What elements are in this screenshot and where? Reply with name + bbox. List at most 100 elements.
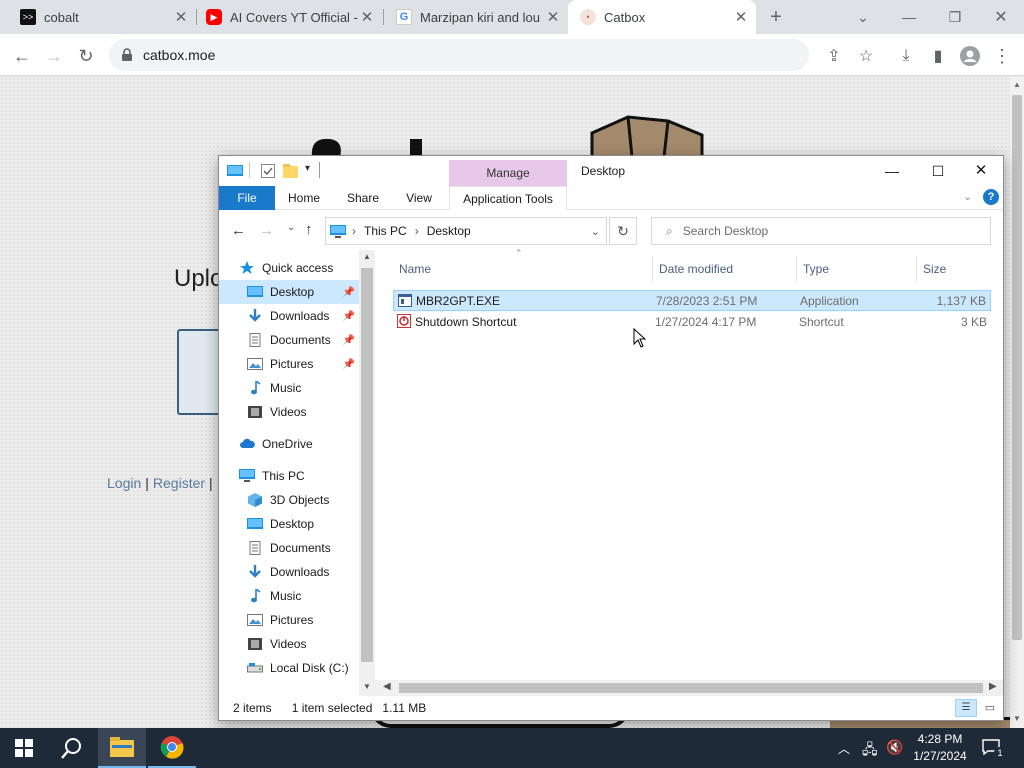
nav-item-videos[interactable]: Videos bbox=[219, 632, 359, 656]
volume-muted-icon[interactable]: 🔇 bbox=[886, 739, 903, 756]
scroll-right-icon[interactable]: ▶ bbox=[989, 681, 997, 692]
help-icon[interactable]: ? bbox=[983, 189, 999, 205]
network-icon[interactable]: 🖧 bbox=[862, 739, 878, 763]
scroll-up-icon[interactable]: ▲ bbox=[1012, 80, 1022, 90]
share-icon[interactable]: ⇪ bbox=[820, 42, 848, 70]
profile-avatar-icon[interactable] bbox=[956, 42, 984, 70]
ribbon-tab-application-tools[interactable]: Application Tools bbox=[449, 186, 567, 210]
minimize-icon[interactable]: — bbox=[886, 0, 932, 34]
navigation-pane-scrollbar[interactable]: ▲ ▼ bbox=[359, 250, 375, 696]
address-dropdown-icon[interactable]: ⌄ bbox=[591, 225, 600, 238]
close-icon[interactable]: ✕ bbox=[732, 8, 750, 26]
nav-item-pictures[interactable]: Pictures 📌 bbox=[219, 352, 359, 376]
side-panel-icon[interactable]: ▮ bbox=[924, 42, 952, 70]
large-icons-view-icon[interactable]: ▭ bbox=[981, 699, 999, 717]
chrome-taskbar-icon[interactable] bbox=[148, 728, 196, 768]
scroll-down-icon[interactable]: ▼ bbox=[361, 682, 373, 694]
ribbon-tab-home[interactable]: Home bbox=[281, 186, 327, 210]
tab-cobalt[interactable]: >> cobalt ✕ bbox=[0, 0, 196, 34]
nav-item-local-disk-c[interactable]: Local Disk (C:) bbox=[219, 656, 359, 680]
new-tab-icon[interactable]: + bbox=[756, 0, 796, 34]
file-explorer-taskbar-icon[interactable] bbox=[98, 728, 146, 768]
ribbon-tab-file[interactable]: File bbox=[219, 186, 275, 210]
download-icon[interactable]: ⤓ bbox=[892, 42, 920, 70]
register-link[interactable]: Register bbox=[153, 475, 205, 491]
forward-arrow-icon[interactable]: → bbox=[259, 222, 274, 239]
file-row-mbr2gpt[interactable]: MBR2GPT.EXE 7/28/2023 2:51 PM Applicatio… bbox=[393, 290, 991, 311]
nav-item-documents[interactable]: Documents bbox=[219, 536, 359, 560]
search-icon: ⌕ bbox=[666, 223, 673, 238]
back-arrow-icon[interactable]: ← bbox=[231, 222, 246, 239]
nav-item-onedrive[interactable]: OneDrive bbox=[219, 432, 359, 456]
column-header-name[interactable]: Name bbox=[393, 256, 653, 282]
ribbon-expand-icon[interactable]: ⌄ bbox=[963, 190, 972, 203]
nav-item-pictures[interactable]: Pictures bbox=[219, 608, 359, 632]
nav-item-videos[interactable]: Videos bbox=[219, 400, 359, 424]
nav-item-downloads[interactable]: Downloads bbox=[219, 560, 359, 584]
reload-icon[interactable]: ↻ bbox=[72, 42, 100, 70]
details-view-icon[interactable]: ☰ bbox=[955, 699, 977, 717]
file-row-shutdown-shortcut[interactable]: Shutdown Shortcut 1/27/2024 4:17 PM Shor… bbox=[393, 311, 991, 332]
page-scrollbar-thumb[interactable] bbox=[1012, 95, 1022, 640]
nav-item-this-pc[interactable]: This PC bbox=[219, 464, 359, 488]
tab-catbox[interactable]: • Catbox ✕ bbox=[568, 0, 756, 34]
restore-icon[interactable]: ❐ bbox=[932, 0, 978, 34]
scroll-up-icon[interactable]: ▲ bbox=[361, 252, 373, 264]
up-arrow-icon[interactable]: ↑ bbox=[305, 221, 313, 238]
lock-icon[interactable] bbox=[121, 48, 133, 62]
column-header-size[interactable]: Size bbox=[917, 256, 991, 282]
pin-icon: 📌 bbox=[342, 334, 355, 346]
menu-icon[interactable]: ⋮ bbox=[988, 42, 1016, 70]
upload-dropzone[interactable] bbox=[177, 329, 219, 415]
recent-locations-icon[interactable]: ⌄ bbox=[287, 222, 295, 233]
login-link[interactable]: Login bbox=[107, 475, 141, 491]
explorer-minimize-icon[interactable]: — bbox=[869, 156, 915, 186]
ribbon-tab-view[interactable]: View bbox=[397, 186, 441, 210]
column-header-date[interactable]: Date modified bbox=[653, 256, 797, 282]
nav-item-quick-access[interactable]: Quick access bbox=[219, 256, 359, 280]
nav-item-downloads[interactable]: Downloads 📌 bbox=[219, 304, 359, 328]
search-icon[interactable] bbox=[48, 728, 96, 768]
scroll-left-icon[interactable]: ◀ bbox=[383, 681, 391, 692]
breadcrumb[interactable]: › This PC › Desktop ⌄ bbox=[325, 217, 607, 245]
notification-center-icon[interactable]: 1 bbox=[982, 739, 1006, 759]
windows-start-icon[interactable] bbox=[0, 728, 48, 768]
show-hidden-icons-icon[interactable]: ︿ bbox=[838, 740, 850, 757]
ribbon-tab-share[interactable]: Share bbox=[339, 186, 387, 210]
breadcrumb-this-pc[interactable]: This PC bbox=[364, 224, 407, 238]
taskbar-clock[interactable]: 4:28 PM 1/27/2024 bbox=[912, 731, 968, 765]
nav-item-desktop[interactable]: Desktop bbox=[219, 512, 359, 536]
nav-item-music[interactable]: Music bbox=[219, 584, 359, 608]
close-icon[interactable]: ✕ bbox=[358, 8, 376, 26]
new-folder-icon[interactable] bbox=[283, 164, 299, 178]
manage-contextual-tab[interactable]: Manage bbox=[449, 160, 567, 186]
tab-ai-covers[interactable]: ▶ AI Covers YT Official - Y ✕ bbox=[186, 0, 382, 34]
nav-item-label: 3D Objects bbox=[270, 493, 330, 507]
nav-scrollbar-thumb[interactable] bbox=[361, 268, 373, 662]
tab-search-icon[interactable]: ⌄ bbox=[840, 0, 886, 34]
properties-icon[interactable] bbox=[261, 164, 275, 178]
explorer-window-title: Desktop bbox=[581, 164, 626, 178]
nav-item-3d-objects[interactable]: 3D Objects bbox=[219, 488, 359, 512]
explorer-maximize-icon[interactable]: ☐ bbox=[915, 156, 961, 186]
address-bar[interactable]: catbox.moe bbox=[109, 39, 809, 71]
tab-marzipan[interactable]: G Marzipan kiri and lou - ✕ bbox=[376, 0, 568, 34]
catbox-icon: • bbox=[580, 9, 596, 25]
bookmark-star-icon[interactable]: ☆ bbox=[852, 42, 880, 70]
nav-item-desktop[interactable]: Desktop 📌 bbox=[219, 280, 359, 304]
close-window-icon[interactable]: ✕ bbox=[978, 0, 1024, 34]
hscroll-thumb[interactable] bbox=[399, 683, 983, 693]
search-box[interactable]: ⌕ Search Desktop bbox=[651, 217, 991, 245]
explorer-close-icon[interactable]: ✕ bbox=[959, 156, 1003, 186]
close-icon[interactable]: ✕ bbox=[544, 8, 562, 26]
file-list-horizontal-scrollbar[interactable]: ◀ ▶ bbox=[375, 680, 1003, 696]
back-icon[interactable]: ← bbox=[8, 42, 36, 70]
scroll-down-icon[interactable]: ▼ bbox=[1012, 714, 1022, 724]
qat-dropdown-icon[interactable]: ▾ bbox=[305, 163, 310, 174]
breadcrumb-desktop[interactable]: Desktop bbox=[427, 224, 471, 238]
forward-icon[interactable]: → bbox=[40, 42, 68, 70]
nav-item-documents[interactable]: Documents 📌 bbox=[219, 328, 359, 352]
column-header-type[interactable]: Type bbox=[797, 256, 917, 282]
nav-item-music[interactable]: Music bbox=[219, 376, 359, 400]
refresh-icon[interactable]: ↻ bbox=[609, 217, 637, 245]
